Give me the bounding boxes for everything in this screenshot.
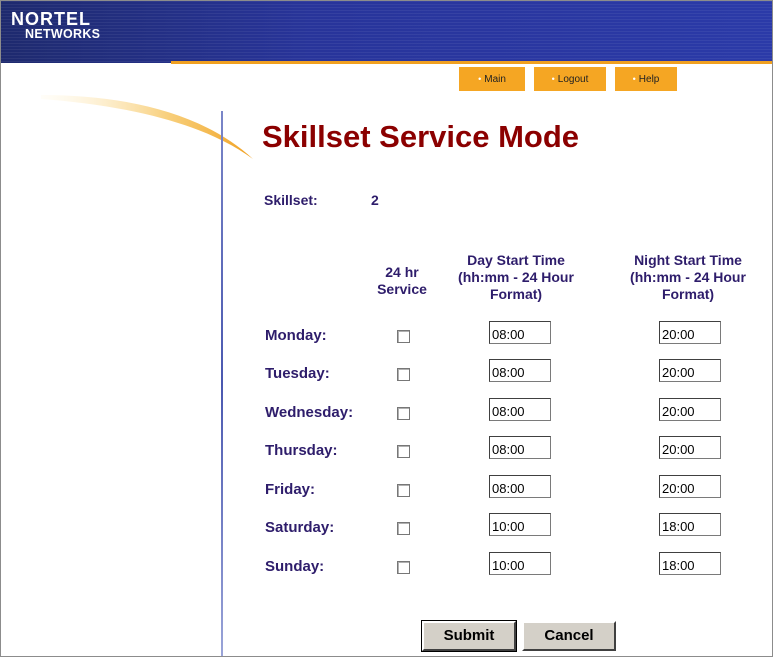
sunday-night-start-input[interactable] <box>659 552 721 575</box>
sunday-24hr-checkbox[interactable] <box>397 561 410 574</box>
bullet-icon: • <box>478 74 482 84</box>
saturday-day-start-input[interactable] <box>489 513 551 536</box>
monday-day-start-input[interactable] <box>489 321 551 344</box>
col-header-24hr: 24 hr Service <box>366 264 438 298</box>
page-title: Skillset Service Mode <box>262 119 580 154</box>
col-header-night-start: Night Start Time (hh:mm - 24 Hour Format… <box>613 252 763 303</box>
skillset-value: 2 <box>371 192 379 208</box>
header-stripes <box>1 1 772 63</box>
row-label-friday: Friday: <box>265 481 316 498</box>
row-label-thursday: Thursday: <box>265 442 338 459</box>
logo-bottom-text: NETWORKS <box>25 27 101 41</box>
saturday-night-start-input[interactable] <box>659 513 721 536</box>
bullet-icon: • <box>632 74 636 84</box>
submit-button[interactable]: Submit <box>421 620 517 652</box>
bullet-icon: • <box>551 74 555 84</box>
vertical-divider <box>221 111 223 656</box>
nav-logout-label: Logout <box>557 73 589 85</box>
monday-night-start-input[interactable] <box>659 321 721 344</box>
logo-top-text: NORTEL <box>11 9 91 29</box>
tuesday-24hr-checkbox[interactable] <box>397 368 410 381</box>
col-header-day-line2: (hh:mm - 24 Hour <box>458 269 574 285</box>
col-header-24hr-line1: 24 hr <box>385 264 419 280</box>
row-label-saturday: Saturday: <box>265 519 335 536</box>
col-header-24hr-line2: Service <box>377 281 427 297</box>
thursday-day-start-input[interactable] <box>489 436 551 459</box>
nav-main-button[interactable]: • Main <box>459 67 525 91</box>
wednesday-night-start-input[interactable] <box>659 398 721 421</box>
sunday-day-start-input[interactable] <box>489 552 551 575</box>
nav-help-button[interactable]: • Help <box>615 67 677 91</box>
nav-logout-button[interactable]: • Logout <box>534 67 606 91</box>
cancel-button[interactable]: Cancel <box>522 621 616 651</box>
skillset-label: Skillset: <box>264 192 318 208</box>
monday-24hr-checkbox[interactable] <box>397 330 410 343</box>
browser-frame: NORTEL NETWORKS • Main • Logout • Help Skil… <box>0 0 773 657</box>
header-banner: NORTEL NETWORKS <box>1 1 772 64</box>
nav-help-label: Help <box>638 73 660 85</box>
col-header-night-line1: Night Start Time <box>634 252 742 268</box>
col-header-night-line3: Format) <box>661 286 715 302</box>
col-header-day-start: Day Start Time (hh:mm - 24 Hour Format) <box>441 252 591 303</box>
row-label-wednesday: Wednesday: <box>265 404 354 421</box>
wednesday-24hr-checkbox[interactable] <box>397 407 410 420</box>
friday-night-start-input[interactable] <box>659 475 721 498</box>
wednesday-day-start-input[interactable] <box>489 398 551 421</box>
col-header-day-line3: Format) <box>489 286 543 302</box>
header-accent-line <box>171 61 772 64</box>
friday-day-start-input[interactable] <box>489 475 551 498</box>
tuesday-day-start-input[interactable] <box>489 359 551 382</box>
thursday-night-start-input[interactable] <box>659 436 721 459</box>
row-label-monday: Monday: <box>265 327 327 344</box>
nortel-logo: NORTEL NETWORKS <box>11 10 100 41</box>
col-header-night-line2: (hh:mm - 24 Hour <box>630 269 746 285</box>
col-header-day-line1: Day Start Time <box>467 252 565 268</box>
friday-24hr-checkbox[interactable] <box>397 484 410 497</box>
row-label-sunday: Sunday: <box>265 558 325 575</box>
nav-main-label: Main <box>484 73 506 85</box>
tuesday-night-start-input[interactable] <box>659 359 721 382</box>
saturday-24hr-checkbox[interactable] <box>397 522 410 535</box>
thursday-24hr-checkbox[interactable] <box>397 445 410 458</box>
row-label-tuesday: Tuesday: <box>265 365 330 382</box>
